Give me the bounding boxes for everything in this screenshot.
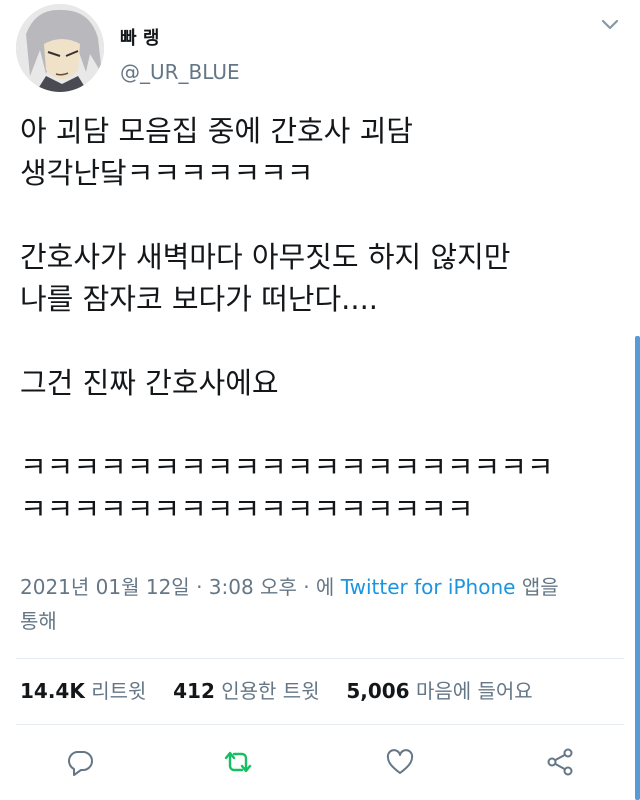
tweet-header: 빠 랭 @_UR_BLUE <box>16 4 624 94</box>
scrollbar[interactable] <box>635 336 640 800</box>
avatar[interactable] <box>16 4 104 92</box>
tweet-line: 그건 진짜 간호사에요 <box>20 366 279 400</box>
tweet-stats: 14.4K 리트윗 412 인용한 트윗 5,006 마음에 들어요 <box>20 674 533 708</box>
display-name[interactable]: 빠 랭 <box>120 24 159 50</box>
quotes-label: 인용한 트윗 <box>221 679 320 703</box>
tweet-line: ㅋㅋㅋㅋㅋㅋㅋㅋㅋㅋㅋㅋㅋㅋㅋㅋㅋ <box>20 492 474 526</box>
user-handle[interactable]: @_UR_BLUE <box>120 60 240 84</box>
retweets-stat[interactable]: 14.4K 리트윗 <box>20 679 153 703</box>
tweet-line: 아 괴담 모음집 중에 간호사 괴담 <box>20 114 413 148</box>
tweet-source-suffix: 앱을 <box>521 575 559 599</box>
tweet-meta: 2021년 01월 12일 · 3:08 오후 · 에 Twitter for … <box>20 570 630 638</box>
likes-stat[interactable]: 5,006 마음에 들어요 <box>346 679 532 703</box>
heart-icon[interactable] <box>384 746 416 778</box>
avatar-image <box>16 4 104 92</box>
reply-icon[interactable] <box>64 746 96 778</box>
tweet-line: 간호사가 새벽마다 아무짓도 하지 않지만 <box>20 240 511 274</box>
retweet-icon[interactable] <box>222 746 254 778</box>
divider <box>16 724 624 725</box>
retweets-count: 14.4K <box>20 679 85 703</box>
quotes-stat[interactable]: 412 인용한 트윗 <box>173 679 326 703</box>
divider <box>16 658 624 659</box>
likes-count: 5,006 <box>346 679 410 703</box>
likes-label: 마음에 들어요 <box>415 679 533 703</box>
tweet-datetime[interactable]: 2021년 01월 12일 · 3:08 오후 · 에 <box>20 575 334 599</box>
tweet-source-suffix-2: 통해 <box>20 609 57 633</box>
tweet-actions <box>0 740 640 784</box>
share-icon[interactable] <box>544 746 576 778</box>
quotes-count: 412 <box>173 679 215 703</box>
retweets-label: 리트윗 <box>91 679 147 703</box>
chevron-down-icon[interactable] <box>598 12 622 36</box>
tweet-line: 생각난닼ㅋㅋㅋㅋㅋㅋㅋ <box>20 156 314 190</box>
tweet-source-link[interactable]: Twitter for iPhone <box>341 575 516 599</box>
tweet-line: ㅋㅋㅋㅋㅋㅋㅋㅋㅋㅋㅋㅋㅋㅋㅋㅋㅋㅋㅋㅋ <box>20 450 554 484</box>
tweet-text: 아 괴담 모음집 중에 간호사 괴담 생각난닼ㅋㅋㅋㅋㅋㅋㅋ 간호사가 새벽마다… <box>20 110 620 530</box>
tweet-line: 나를 잠자코 보다가 떠난다.... <box>20 282 379 316</box>
